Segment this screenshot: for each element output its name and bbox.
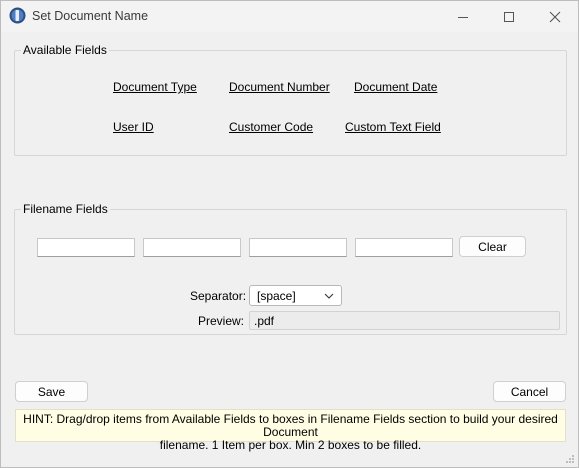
cancel-button[interactable]: Cancel bbox=[493, 381, 566, 402]
preview-field: .pdf bbox=[249, 311, 560, 330]
available-fields-group bbox=[14, 50, 567, 156]
separator-value: [space] bbox=[257, 289, 296, 303]
field-customer-code[interactable]: Customer Code bbox=[229, 120, 313, 134]
preview-label: Preview: bbox=[198, 314, 245, 328]
field-document-number[interactable]: Document Number bbox=[229, 80, 330, 94]
set-document-name-dialog: Set Document Name Available Fields Docum… bbox=[0, 0, 579, 468]
minimize-icon bbox=[458, 16, 468, 18]
hint-line-1: HINT: Drag/drop items from Available Fie… bbox=[23, 412, 558, 439]
save-button[interactable]: Save bbox=[15, 381, 88, 402]
filename-fields-label: Filename Fields bbox=[21, 202, 110, 216]
filename-box-4[interactable] bbox=[355, 238, 453, 257]
field-custom-text[interactable]: Custom Text Field bbox=[345, 120, 441, 134]
chevron-down-icon bbox=[324, 293, 334, 299]
hint-box: HINT: Drag/drop items from Available Fie… bbox=[15, 409, 566, 452]
field-document-date[interactable]: Document Date bbox=[354, 80, 437, 94]
filename-box-3[interactable] bbox=[249, 238, 347, 257]
filename-box-1[interactable] bbox=[37, 238, 135, 257]
title-bar: Set Document Name bbox=[1, 1, 578, 32]
close-icon bbox=[549, 11, 561, 22]
maximize-icon bbox=[504, 11, 514, 22]
separator-label: Separator: bbox=[190, 289, 247, 303]
field-user-id[interactable]: User ID bbox=[113, 120, 154, 134]
minimize-button[interactable] bbox=[440, 1, 486, 32]
separator-select[interactable]: [space] bbox=[249, 285, 342, 306]
preview-value: .pdf bbox=[254, 314, 275, 328]
field-document-type[interactable]: Document Type bbox=[113, 80, 197, 94]
resize-grip-icon[interactable] bbox=[565, 454, 575, 464]
window-title: Set Document Name bbox=[32, 9, 149, 23]
maximize-button[interactable] bbox=[486, 1, 532, 32]
hint-line-2: filename. 1 Item per box. Min 2 boxes to… bbox=[159, 438, 422, 452]
app-icon bbox=[9, 7, 26, 24]
clear-button[interactable]: Clear bbox=[459, 236, 526, 257]
close-button[interactable] bbox=[532, 1, 578, 32]
available-fields-label: Available Fields bbox=[21, 43, 109, 57]
filename-box-2[interactable] bbox=[143, 238, 241, 257]
